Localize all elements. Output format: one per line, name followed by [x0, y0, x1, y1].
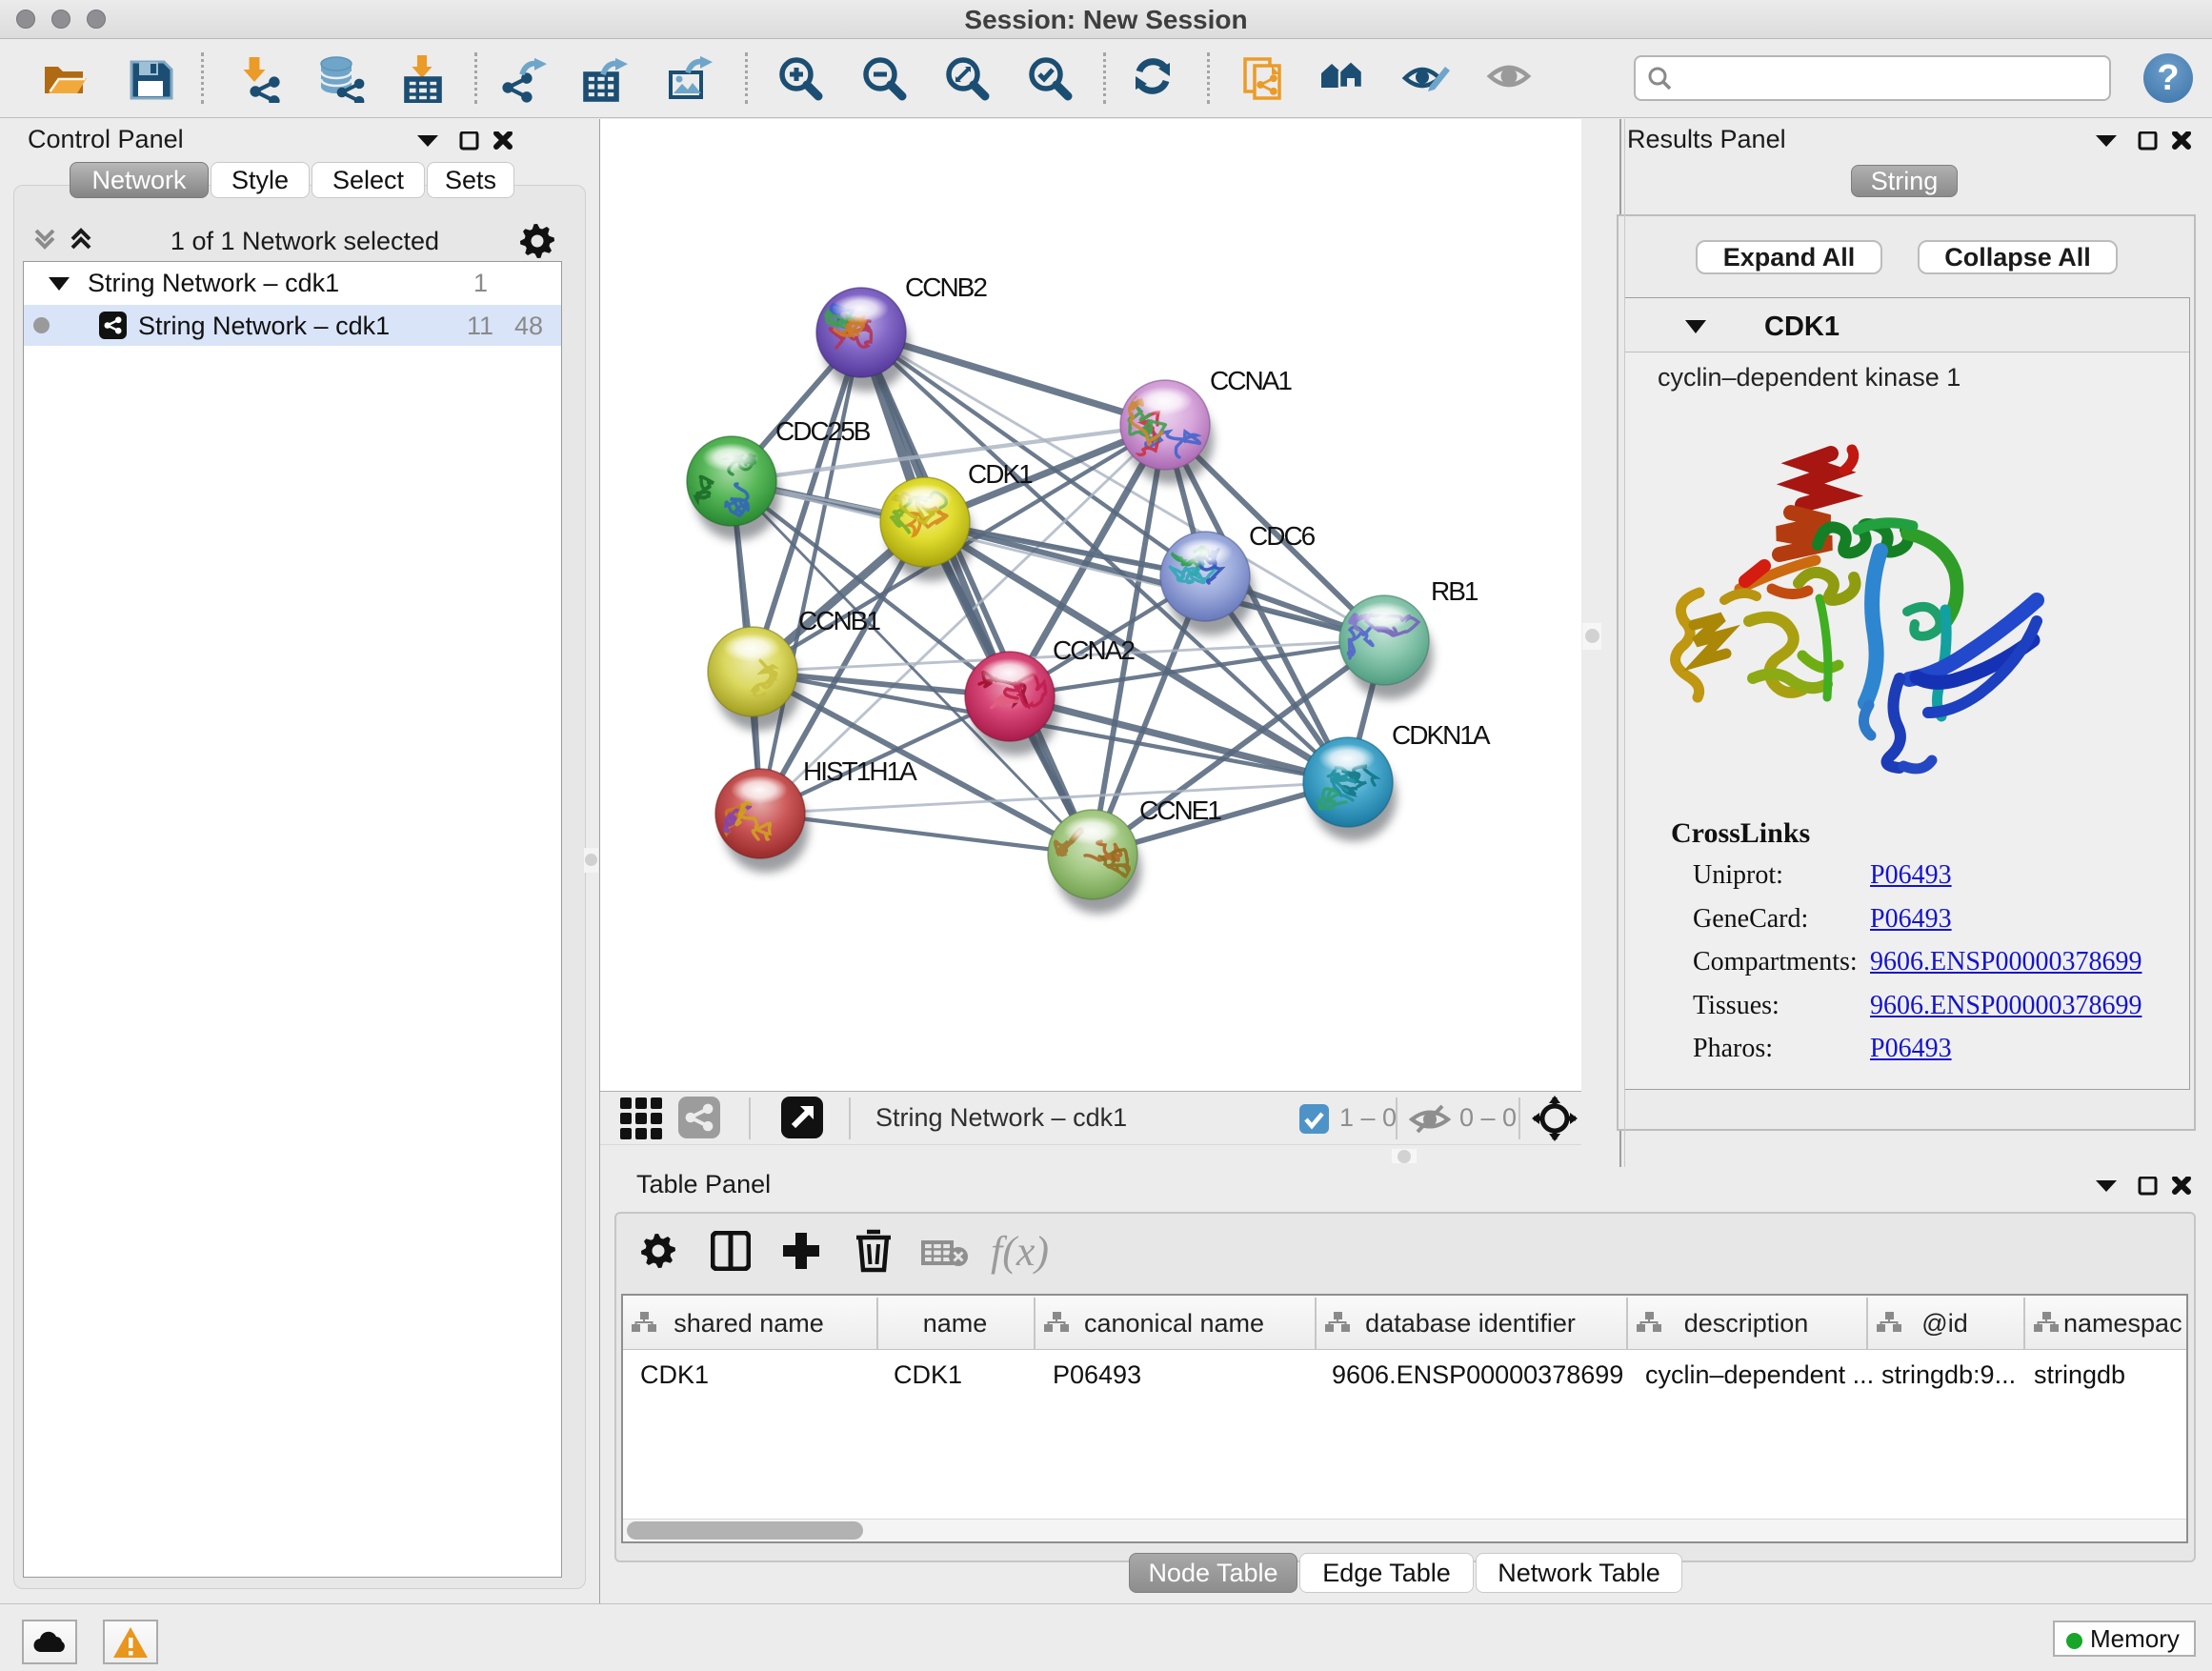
- svg-text:CCNE1: CCNE1: [1139, 795, 1221, 825]
- svg-text:RB1: RB1: [1431, 576, 1478, 606]
- svg-text:CCNA1: CCNA1: [1210, 366, 1292, 395]
- svg-text:CCNB2: CCNB2: [905, 272, 987, 302]
- svg-text:CCNA2: CCNA2: [1053, 635, 1135, 665]
- svg-text:CDC6: CDC6: [1249, 521, 1316, 551]
- svg-text:CDC25B: CDC25B: [775, 416, 871, 446]
- svg-text:CDKN1A: CDKN1A: [1392, 720, 1491, 750]
- svg-text:HIST1H1A: HIST1H1A: [803, 756, 917, 786]
- svg-text:CCNB1: CCNB1: [798, 606, 880, 635]
- svg-text:CDK1: CDK1: [968, 459, 1033, 489]
